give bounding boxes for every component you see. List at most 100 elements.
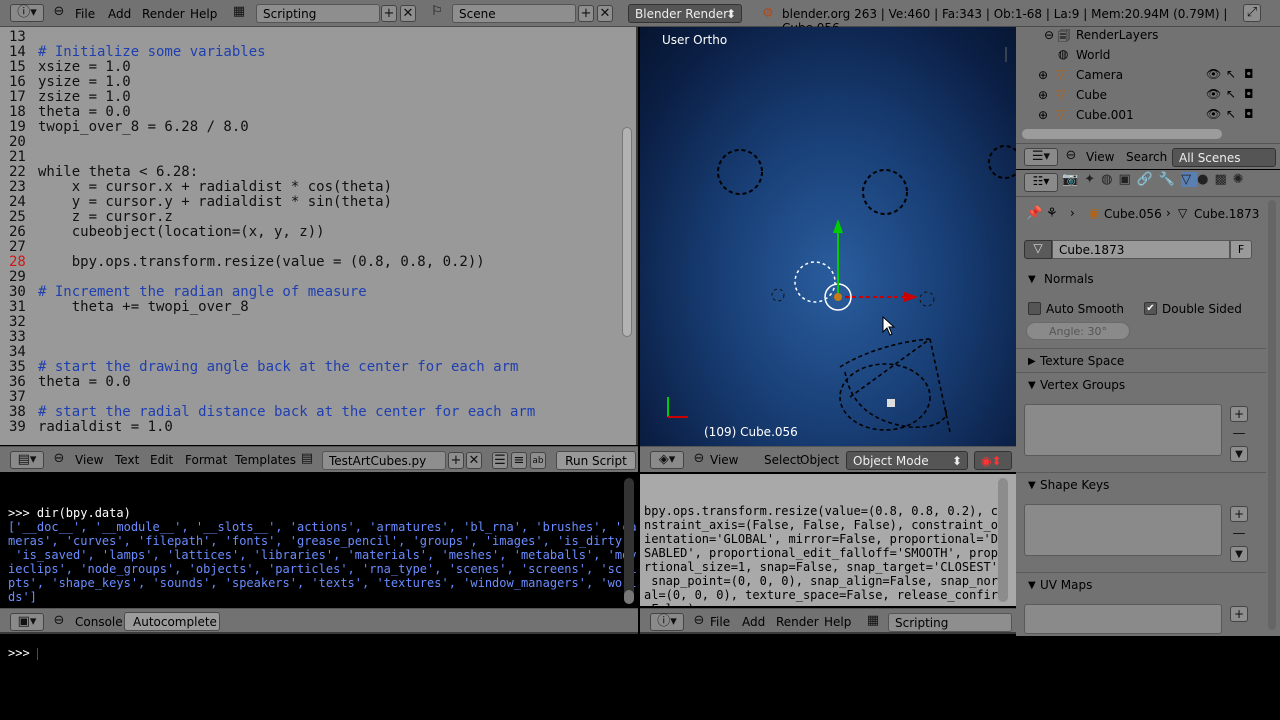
outliner-row-camera[interactable]: ⊕ ▽ Camera 👁 ↖ ◘ xyxy=(1016,67,1280,85)
constraints-tab-icon[interactable]: 🔗 xyxy=(1137,172,1159,187)
unlink-text-icon[interactable]: ✕ xyxy=(466,452,482,469)
render-engine-dropdown[interactable]: Blender Render ⬍ xyxy=(628,4,742,23)
panel-shape-keys[interactable]: Shape Keys xyxy=(1040,478,1109,492)
word-wrap-toggle-icon[interactable]: ≡ xyxy=(511,452,527,469)
render-camera-icon[interactable]: ◘ xyxy=(1244,87,1254,101)
code-line[interactable]: zsize = 1.0 xyxy=(38,89,131,105)
menu-object[interactable]: Object xyxy=(800,453,839,467)
angle-slider[interactable]: Angle: 30° xyxy=(1026,322,1130,340)
menu-help[interactable]: Help xyxy=(190,7,217,21)
menu-view[interactable]: View xyxy=(1086,150,1114,164)
select-arrow-icon[interactable]: ↖ xyxy=(1226,107,1236,121)
menu-console[interactable]: Console xyxy=(75,615,123,629)
code-line[interactable]: y = cursor.y + radialdist * sin(theta) xyxy=(38,194,392,210)
mesh-datablock-icon[interactable]: ▽ xyxy=(1024,240,1052,259)
menu-add[interactable]: Add xyxy=(742,615,765,629)
menu-search[interactable]: Search xyxy=(1126,150,1167,164)
texture-tab-icon[interactable]: ▩ xyxy=(1214,172,1232,187)
mode-dropdown[interactable]: Object Mode ⬍ xyxy=(846,451,968,470)
add-screen-icon[interactable]: + xyxy=(381,5,397,22)
expand-icon[interactable]: ⊖ xyxy=(1044,28,1054,42)
scene-selector[interactable]: Scene xyxy=(452,4,576,23)
visibility-eye-icon[interactable]: 👁 xyxy=(1206,107,1221,121)
code-line[interactable]: bpy.ops.transform.resize(value = (0.8, 0… xyxy=(38,254,485,270)
add-uv-map-icon[interactable]: + xyxy=(1230,606,1248,622)
text-file-selector[interactable]: TestArtCubes.py xyxy=(322,451,446,470)
code-line[interactable]: z = cursor.z xyxy=(38,209,173,225)
screen-layout-icon[interactable]: ▦ xyxy=(864,613,882,631)
vertex-groups-list[interactable] xyxy=(1024,404,1222,456)
outliner-row-cube001[interactable]: ⊕ ▽ Cube.001 👁 ↖ ◘ xyxy=(1016,107,1280,125)
syntax-highlight-toggle-icon[interactable]: ab xyxy=(530,452,546,469)
panel-uv-maps[interactable]: UV Maps xyxy=(1040,578,1092,592)
collapse-triangle-icon[interactable]: ▼ xyxy=(1028,380,1036,391)
panel-texture-space[interactable]: Texture Space xyxy=(1040,354,1124,368)
display-mode-dropdown[interactable]: All Scenes xyxy=(1172,148,1276,167)
run-script-button[interactable]: Run Script xyxy=(556,451,636,470)
expand-triangle-icon[interactable]: ▶ xyxy=(1028,356,1036,367)
editor-type-icon[interactable]: ☷▾ xyxy=(1024,173,1058,192)
info-scrollbar[interactable] xyxy=(998,478,1008,602)
panel-vertex-groups[interactable]: Vertex Groups xyxy=(1040,378,1125,392)
collapse-icon[interactable]: ⊖ xyxy=(50,4,68,22)
outliner-row-renderlayers[interactable]: ⊖ 🗐 RenderLayers xyxy=(1016,27,1280,45)
code-line[interactable]: radialdist = 1.0 xyxy=(38,419,173,435)
outliner-scrollbar[interactable] xyxy=(1022,129,1222,139)
menu-format[interactable]: Format xyxy=(185,453,227,467)
collapse-icon[interactable]: ⊖ xyxy=(50,451,68,469)
code-line[interactable]: ysize = 1.0 xyxy=(38,74,131,90)
python-console[interactable]: >>> dir(bpy.data) ['__doc__', '__module__… xyxy=(0,474,638,660)
text-editor[interactable]: 13 14 # Initialize some variables 15 xsize =… xyxy=(0,27,638,445)
screen-selector[interactable]: Scripting xyxy=(888,613,1012,632)
menu-add[interactable]: Add xyxy=(108,7,131,21)
menu-help[interactable]: Help xyxy=(824,615,851,629)
code-line[interactable]: theta += twopi_over_8 xyxy=(38,299,249,315)
code-line[interactable]: while theta < 6.28: xyxy=(38,164,198,180)
editor-type-icon[interactable]: ▣▾ xyxy=(10,613,44,631)
object-tab-icon[interactable]: ▣ xyxy=(1118,172,1136,187)
autocomplete-button[interactable]: Autocomplete xyxy=(124,612,220,631)
collapse-icon[interactable]: ⊖ xyxy=(50,613,68,631)
shape-keys-list[interactable] xyxy=(1024,504,1222,556)
collapse-icon[interactable]: ⊖ xyxy=(690,451,708,469)
dropdown-arrow-icon[interactable]: ▼ xyxy=(1230,446,1248,462)
outliner[interactable]: ⊖ 🗐 RenderLayers ◍ World ⊕ ▽ Camera 👁 ↖ … xyxy=(1016,27,1280,145)
particles-tab-icon[interactable]: ✺ xyxy=(1233,172,1250,187)
menu-render[interactable]: Render xyxy=(142,7,185,21)
editor-type-icon[interactable]: ⓘ▾ xyxy=(10,4,44,22)
code-line[interactable]: cubeobject(location=(x, y, z)) xyxy=(38,224,325,240)
menu-render[interactable]: Render xyxy=(776,615,819,629)
editor-type-icon[interactable]: ☰▾ xyxy=(1024,148,1058,166)
console-prompt[interactable]: >>> xyxy=(8,646,630,660)
code-line[interactable]: xsize = 1.0 xyxy=(38,59,131,75)
expand-icon[interactable]: ⊕ xyxy=(1038,68,1048,82)
select-arrow-icon[interactable]: ↖ xyxy=(1226,87,1236,101)
editor-type-icon[interactable]: ⓘ▾ xyxy=(650,613,684,631)
menu-templates[interactable]: Templates xyxy=(235,453,296,467)
collapse-triangle-icon[interactable]: ▼ xyxy=(1028,580,1036,591)
code-line[interactable]: x = cursor.x + radialdist * cos(theta) xyxy=(38,179,392,195)
visibility-eye-icon[interactable]: 👁 xyxy=(1206,67,1221,81)
data-tab-icon[interactable]: ▽ xyxy=(1181,172,1198,187)
viewport-shading-dropdown[interactable]: ◉⬍ xyxy=(974,451,1012,470)
fake-user-button[interactable]: F xyxy=(1230,240,1252,259)
editor-type-icon[interactable]: ▤▾ xyxy=(10,451,44,469)
menu-select[interactable]: Select xyxy=(764,453,801,467)
menu-view[interactable]: View xyxy=(75,453,103,467)
line-numbers-toggle-icon[interactable]: ☰ xyxy=(492,452,508,469)
dropdown-arrow-icon[interactable]: ▼ xyxy=(1230,546,1248,562)
fullscreen-icon[interactable]: ⤢ xyxy=(1243,4,1261,22)
outliner-row-world[interactable]: ◍ World xyxy=(1016,47,1280,65)
menu-edit[interactable]: Edit xyxy=(150,453,173,467)
outliner-row-cube[interactable]: ⊕ ▽ Cube 👁 ↖ ◘ xyxy=(1016,87,1280,105)
mesh-name-field[interactable]: Cube.1873 xyxy=(1052,240,1230,259)
modifiers-tab-icon[interactable]: 🔧 xyxy=(1159,172,1181,187)
material-tab-icon[interactable]: ● xyxy=(1197,172,1214,187)
add-scene-icon[interactable]: + xyxy=(578,5,594,22)
close-screen-icon[interactable]: ✕ xyxy=(400,5,416,22)
render-camera-icon[interactable]: ◘ xyxy=(1244,107,1254,121)
code-line[interactable]: # Initialize some variables xyxy=(38,44,266,60)
code-line[interactable]: theta = 0.0 xyxy=(38,374,131,390)
panel-normals[interactable]: Normals xyxy=(1044,272,1094,286)
collapse-icon[interactable]: ⊖ xyxy=(1062,148,1080,166)
